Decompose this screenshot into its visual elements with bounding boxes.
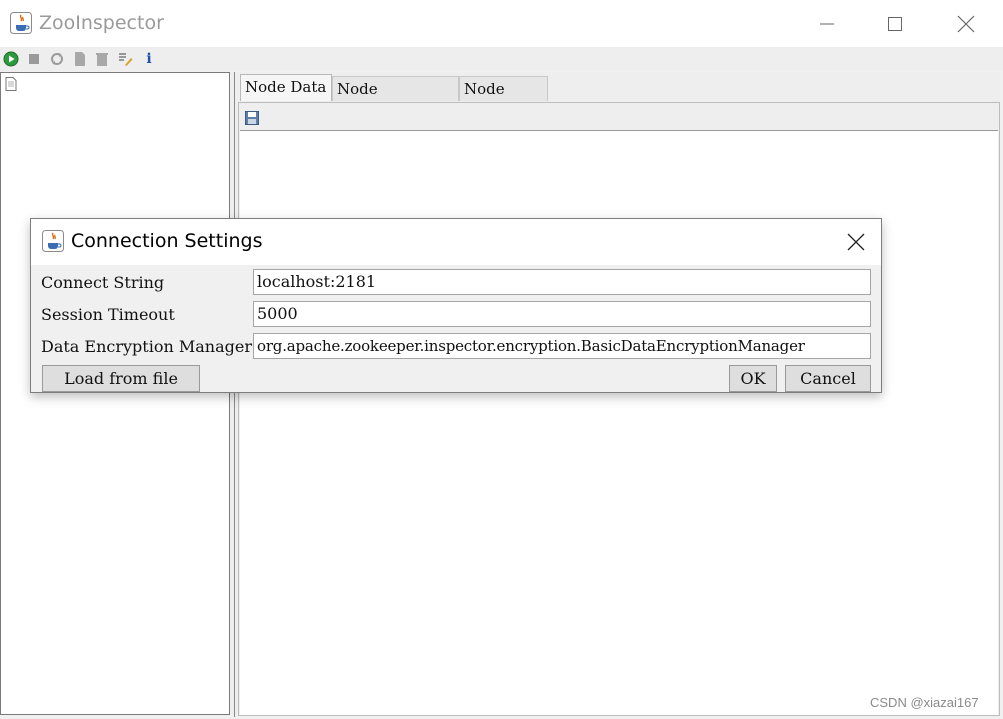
node-details-panel: Node Data Node Metadata Node ACLs	[234, 72, 1000, 717]
tab-node-data[interactable]: Node Data	[240, 74, 332, 101]
dialog-title: Connection Settings	[71, 230, 263, 252]
refresh-icon[interactable]	[49, 51, 65, 67]
close-button[interactable]	[943, 8, 989, 40]
delete-node-icon[interactable]	[94, 51, 110, 67]
dialog-close-button[interactable]	[839, 227, 873, 257]
connection-settings-dialog: Connection Settings Connect String local…	[30, 218, 882, 393]
watermark: CSDN @xiazai167	[870, 695, 979, 710]
node-tree-panel[interactable]	[0, 72, 230, 715]
java-app-icon	[10, 12, 32, 38]
cancel-button[interactable]: Cancel	[785, 365, 871, 392]
add-node-icon[interactable]	[72, 51, 88, 67]
about-icon[interactable]: i	[141, 51, 157, 67]
window-titlebar: ZooInspector	[0, 0, 1003, 47]
tab-content	[238, 102, 1000, 716]
connect-icon[interactable]	[3, 51, 19, 67]
edit-icon[interactable]	[117, 51, 133, 67]
maximize-icon	[888, 17, 902, 31]
window-title: ZooInspector	[39, 12, 164, 34]
document-icon	[5, 76, 17, 95]
save-icon[interactable]	[245, 110, 259, 129]
minimize-button[interactable]	[804, 8, 850, 40]
tab-node-acls[interactable]: Node ACLs	[459, 76, 548, 123]
disconnect-icon[interactable]	[26, 51, 42, 67]
main-toolbar: i	[0, 47, 1003, 71]
dialog-titlebar: Connection Settings	[31, 219, 881, 265]
tab-node-metadata[interactable]: Node Metadata	[332, 76, 459, 123]
maximize-button[interactable]	[872, 8, 918, 40]
ok-button[interactable]: OK	[729, 365, 777, 392]
load-from-file-button[interactable]: Load from file	[42, 365, 200, 392]
close-icon	[957, 15, 975, 33]
java-app-icon	[42, 230, 64, 256]
connect-string-input[interactable]: localhost:2181	[253, 269, 871, 295]
data-encryption-manager-input[interactable]: org.apache.zookeeper.inspector.encryptio…	[253, 333, 871, 359]
data-encryption-manager-label: Data Encryption Manager	[41, 337, 252, 356]
connect-string-label: Connect String	[41, 273, 165, 292]
session-timeout-input[interactable]: 5000	[253, 301, 871, 327]
minimize-icon	[820, 23, 834, 25]
close-icon	[847, 233, 865, 251]
session-timeout-label: Session Timeout	[41, 305, 175, 324]
